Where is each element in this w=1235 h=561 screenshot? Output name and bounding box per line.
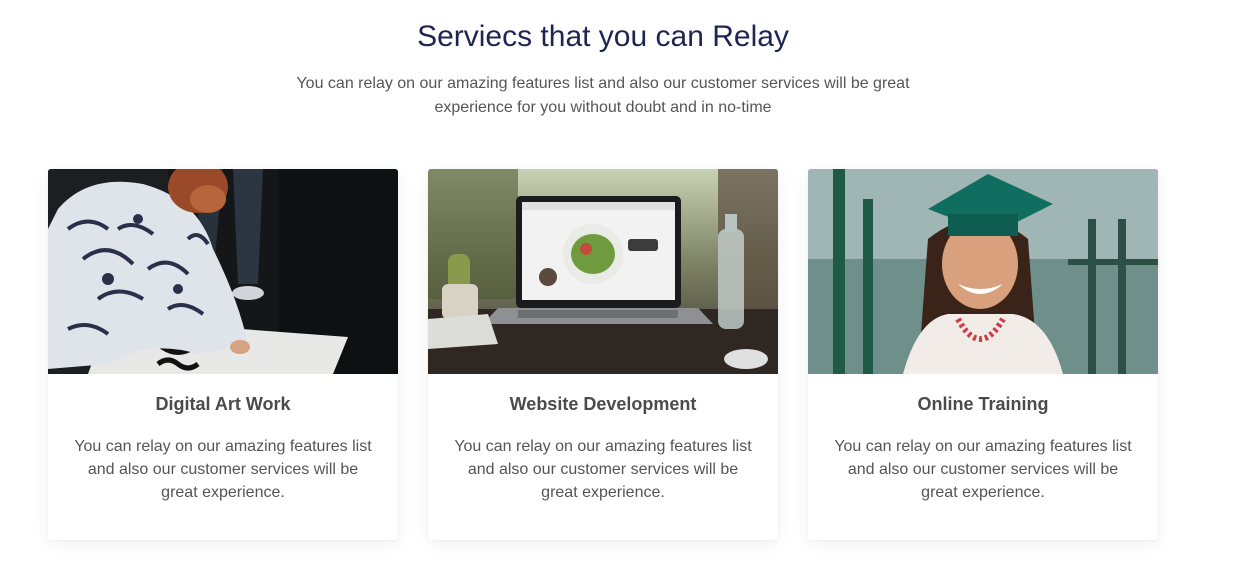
section-subtitle: You can relay on our amazing features li… bbox=[296, 75, 910, 116]
card-description: You can relay on our amazing features li… bbox=[74, 438, 372, 501]
laptop-photo bbox=[428, 169, 778, 374]
card-description: You can relay on our amazing features li… bbox=[454, 438, 752, 501]
service-card-online-training[interactable]: Online Training You can relay on our ama… bbox=[808, 169, 1158, 540]
card-title: Website Development bbox=[509, 394, 697, 414]
graduate-photo bbox=[808, 169, 1158, 374]
service-card-digital-art[interactable]: Digital Art Work You can relay on our am… bbox=[48, 169, 398, 540]
service-card-web-dev[interactable]: Website Development You can relay on our… bbox=[428, 169, 778, 540]
card-description: You can relay on our amazing features li… bbox=[834, 438, 1132, 501]
section-title: Serviecs that you can Relay bbox=[417, 20, 789, 53]
artist-photo bbox=[48, 169, 398, 374]
card-title: Digital Art Work bbox=[155, 394, 291, 414]
card-title: Online Training bbox=[917, 394, 1049, 414]
